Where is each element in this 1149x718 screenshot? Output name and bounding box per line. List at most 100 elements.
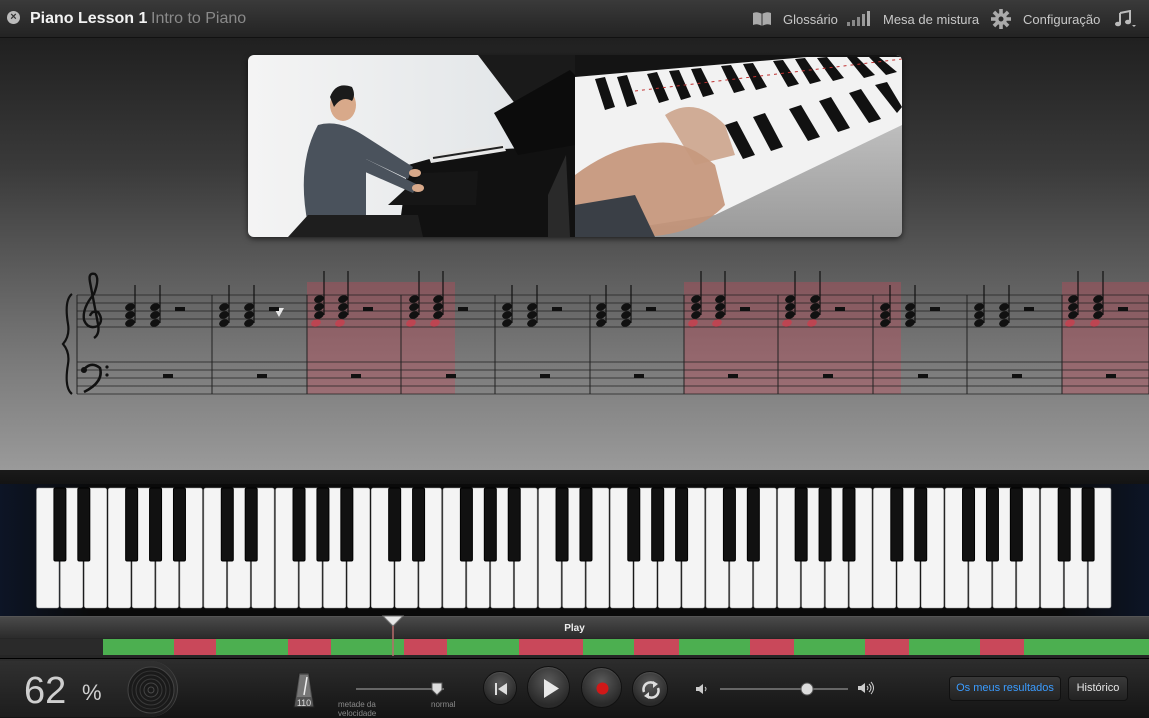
record-icon: [596, 682, 609, 695]
black-key: [459, 487, 473, 562]
settings-link[interactable]: Configuração: [1023, 12, 1100, 27]
note-head: [150, 311, 160, 319]
black-key: [388, 487, 402, 562]
progress-segment-correct: [794, 639, 865, 655]
bass-rest: [257, 374, 267, 378]
note-head: [502, 311, 512, 319]
treble-rest: [363, 307, 373, 311]
mixer-icon[interactable]: [846, 11, 872, 27]
black-key: [722, 487, 736, 562]
lesson-video[interactable]: [248, 55, 902, 237]
black-key: [890, 487, 904, 562]
bass-rest: [540, 374, 550, 378]
history-button[interactable]: Histórico: [1068, 676, 1128, 701]
bass-rest: [1012, 374, 1022, 378]
black-key: [53, 487, 67, 562]
volume-high-icon: [858, 681, 874, 695]
bass-clef-dot: [105, 365, 109, 369]
black-key: [579, 487, 593, 562]
play-icon: [544, 679, 559, 698]
black-key: [77, 487, 91, 562]
note-head: [621, 303, 631, 311]
tempo-value: 110: [296, 698, 312, 708]
black-key: [172, 487, 186, 562]
bass-rest: [351, 374, 361, 378]
progress-segment-wrong: [288, 639, 331, 655]
score-panel: 62 %: [0, 661, 178, 717]
loop-button[interactable]: [632, 671, 668, 707]
note-head: [596, 319, 606, 327]
note-head: [219, 303, 229, 311]
lesson-progress[interactable]: Play: [0, 614, 1149, 658]
progress-segment-correct: [103, 639, 174, 655]
score-value: 62: [24, 670, 67, 712]
note-head: [150, 319, 160, 327]
black-key: [220, 487, 234, 562]
black-key: [651, 487, 665, 562]
play-button[interactable]: [527, 666, 570, 709]
progress-segment-wrong: [634, 639, 679, 655]
black-key: [149, 487, 163, 562]
half-speed-label: metade da velocidade: [338, 700, 377, 718]
progress-segment-correct: [447, 639, 519, 655]
black-key: [1057, 487, 1071, 562]
my-results-button[interactable]: Os meus resultados: [949, 676, 1061, 701]
treble-rest: [1118, 307, 1128, 311]
bass-rest: [446, 374, 456, 378]
progress-segment-wrong: [980, 639, 1024, 655]
treble-rest: [175, 307, 185, 311]
black-key: [340, 487, 354, 562]
speed-slider[interactable]: [352, 679, 448, 699]
black-key: [483, 487, 497, 562]
note-head: [125, 311, 135, 319]
treble-rest: [740, 307, 750, 311]
note-head: [905, 303, 915, 311]
volume-thumb: [800, 682, 814, 696]
progress-segment-wrong: [519, 639, 583, 655]
progress-segment-wrong: [404, 639, 447, 655]
book-icon[interactable]: [752, 11, 772, 27]
bass-clef-dot: [105, 373, 109, 377]
bass-clef-dot: [81, 367, 87, 373]
gear-icon[interactable]: [991, 9, 1011, 29]
volume-low-icon: [696, 684, 707, 694]
score-target-icon: [127, 666, 175, 714]
rewind-button[interactable]: [483, 671, 517, 705]
note-head: [527, 319, 537, 327]
black-key: [507, 487, 521, 562]
record-button[interactable]: [581, 667, 622, 708]
piano-keyboard[interactable]: [0, 484, 1149, 616]
progress-segment-correct: [909, 639, 980, 655]
black-key: [555, 487, 569, 562]
error-highlight: [873, 282, 901, 394]
volume-slider[interactable]: [716, 679, 852, 699]
close-icon[interactable]: ×: [7, 11, 20, 24]
mixer-link[interactable]: Mesa de mistura: [883, 12, 979, 27]
note-head: [621, 311, 631, 319]
bass-rest: [634, 374, 644, 378]
bass-rest: [918, 374, 928, 378]
progress-strip[interactable]: [0, 639, 1149, 655]
note-head: [244, 319, 254, 327]
progress-empty: [0, 639, 103, 655]
normal-speed-label: normal: [431, 700, 456, 709]
section-label: Play: [564, 623, 585, 634]
staff-brace: [61, 293, 73, 395]
black-key: [962, 487, 976, 562]
lesson-stage: [0, 38, 1149, 470]
note-head: [219, 311, 229, 319]
progress-segment-correct: [1024, 639, 1149, 655]
bass-rest: [1106, 374, 1116, 378]
black-key: [818, 487, 832, 562]
note-head: [974, 319, 984, 327]
title-bar: × Piano Lesson 1 Intro to Piano Glossári…: [0, 0, 1149, 38]
note-head: [596, 311, 606, 319]
note-head: [999, 311, 1009, 319]
skip-back-icon: [495, 683, 507, 695]
glossary-link[interactable]: Glossário: [783, 12, 838, 27]
music-note-icon[interactable]: [1115, 10, 1137, 28]
treble-clef-icon: [82, 272, 103, 339]
playhead-handle[interactable]: [380, 614, 406, 656]
sheet-music[interactable]: [60, 264, 1149, 409]
progress-segment-wrong: [865, 639, 909, 655]
